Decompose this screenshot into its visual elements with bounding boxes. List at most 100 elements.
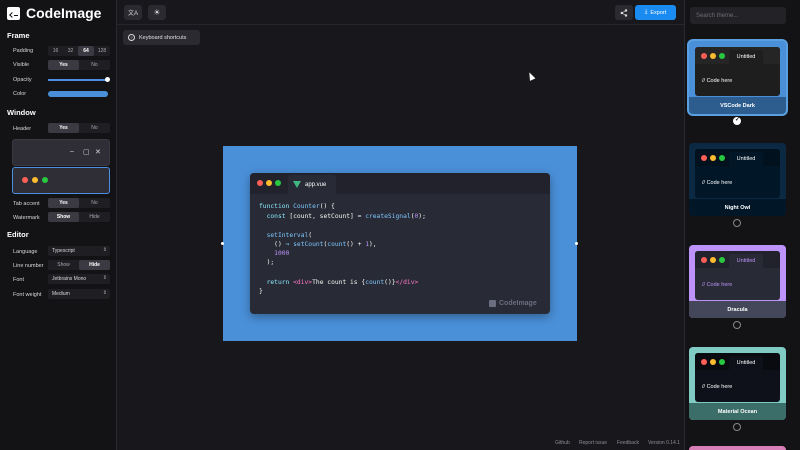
footer-link-feedback[interactable]: Feedback: [617, 440, 639, 446]
font-select[interactable]: Jetbrains Mono ⇕: [48, 274, 110, 284]
export-button[interactable]: ⤓ Export: [635, 5, 676, 20]
theme-maximize-dot-icon: [719, 359, 725, 365]
theme-close-dot-icon: [701, 53, 707, 59]
theme-maximize-dot-icon: [719, 257, 725, 263]
share-button[interactable]: [615, 5, 633, 20]
editor-tab[interactable]: app.vue: [288, 175, 336, 194]
code-line: }: [259, 288, 263, 295]
theme-radio-selected[interactable]: [733, 116, 741, 125]
language-label: Language: [13, 249, 38, 255]
theme-preview-header: Untitled: [695, 353, 780, 370]
app-name: CodeImage: [26, 5, 102, 21]
tab-accent-label: Tab accent: [13, 201, 40, 207]
theme-preview-header: Untitled: [695, 251, 780, 268]
vue-file-icon: [293, 181, 301, 188]
codeimage-logo-icon: [7, 6, 20, 20]
line-number-hide-option[interactable]: Hide: [79, 260, 110, 270]
topbar-divider: [117, 24, 684, 25]
theme-minimize-dot-icon: [710, 257, 716, 263]
padding-option-32[interactable]: 32: [63, 46, 78, 56]
theme-minimize-dot-icon: [710, 53, 716, 59]
code-line: );: [259, 259, 275, 266]
theme-preview: Untitled // Code here: [695, 251, 780, 300]
tab-accent-yes-option[interactable]: Yes: [48, 198, 79, 208]
padding-option-128[interactable]: 128: [94, 46, 110, 56]
line-number-show-option[interactable]: Show: [48, 260, 79, 270]
tab-accent-toggle: Yes No: [48, 198, 110, 208]
code-line: setInterval(: [266, 232, 313, 239]
chevron-updown-icon: ⇕: [102, 247, 107, 253]
code-line: function Counter() {: [259, 203, 335, 210]
editor-watermark: CodeImage: [489, 300, 537, 307]
theme-code-sample: // Code here: [702, 384, 733, 390]
mac-close-dot-icon: [22, 177, 28, 183]
watermark-label: Watermark: [13, 215, 40, 221]
theme-card-next-partial[interactable]: [689, 446, 786, 450]
window-header-style-mac[interactable]: [12, 167, 110, 194]
header-no-option[interactable]: No: [79, 123, 110, 133]
theme-close-dot-icon: [701, 359, 707, 365]
theme-code-sample: // Code here: [702, 180, 733, 186]
font-weight-select[interactable]: Medium ⇕: [48, 289, 110, 299]
theme-minimize-dot-icon: [710, 155, 716, 161]
padding-option-16[interactable]: 16: [48, 46, 63, 56]
opacity-slider-handle[interactable]: [105, 77, 110, 82]
theme-name: Material Ocean: [689, 403, 786, 420]
theme-radio[interactable]: [733, 219, 741, 227]
editor-window-header: app.vue: [250, 173, 550, 194]
chevron-updown-icon: ⇕: [102, 275, 107, 281]
theme-card-night-owl[interactable]: Untitled // Code here Night Owl: [689, 143, 786, 216]
window-header-style-windows[interactable]: – ▢ ✕: [12, 139, 110, 166]
theme-radio[interactable]: [733, 423, 741, 431]
visible-yes-option[interactable]: Yes: [48, 60, 79, 70]
visible-no-option[interactable]: No: [79, 60, 110, 70]
theme-close-dot-icon: [701, 257, 707, 263]
theme-search-input[interactable]: Search theme...: [690, 7, 786, 24]
theme-tab-label: Untitled: [729, 254, 763, 268]
download-icon: ⤓: [644, 9, 648, 15]
frame-color-picker[interactable]: [48, 91, 108, 97]
theme-mode-button[interactable]: ☀: [148, 5, 166, 20]
theme-code-sample: // Code here: [702, 282, 733, 288]
watermark-text: CodeImage: [499, 300, 537, 307]
header-yes-option[interactable]: Yes: [48, 123, 79, 133]
language-select[interactable]: Typescript ⇕: [48, 246, 110, 256]
theme-preview-header: Untitled: [695, 149, 780, 166]
theme-code-sample: // Code here: [702, 78, 733, 84]
theme-tab-label: Untitled: [729, 356, 763, 370]
theme-card-dracula[interactable]: Untitled // Code here Dracula: [689, 245, 786, 318]
editor-tab-name: app.vue: [305, 181, 327, 188]
resize-handle-right[interactable]: [575, 242, 578, 245]
minimize-icon: –: [70, 148, 74, 155]
share-icon: [620, 8, 628, 17]
window-minimize-dot-icon: [266, 180, 272, 186]
maximize-icon: ▢: [83, 149, 90, 156]
language-switch-button[interactable]: 文A: [124, 5, 142, 20]
language-value: Typescript: [52, 248, 75, 254]
theme-name: VSCode Dark: [689, 97, 786, 114]
mouse-cursor-icon: [526, 71, 536, 81]
chevron-updown-icon: ⇕: [102, 290, 107, 296]
keyboard-shortcuts-button[interactable]: ? Keyboard shortcuts: [123, 30, 200, 45]
watermark-hide-option[interactable]: Hide: [79, 212, 110, 222]
footer-link-github[interactable]: Github: [555, 440, 570, 446]
opacity-slider-track[interactable]: [48, 79, 108, 81]
padding-option-64[interactable]: 64: [78, 46, 94, 56]
code-line: return <div>The count is {count()}</div>: [266, 279, 419, 286]
theme-card-vscode-dark[interactable]: Untitled // Code here VSCode Dark: [689, 41, 786, 114]
theme-card-material-ocean[interactable]: Untitled // Code here Material Ocean: [689, 347, 786, 420]
left-sidebar: CodeImage Frame Padding 16 32 64 128 Vis…: [0, 0, 117, 450]
codeimage-watermark-icon: [489, 300, 496, 307]
footer-link-report-issue[interactable]: Report issue: [579, 440, 607, 446]
resize-handle-left[interactable]: [221, 242, 224, 245]
app-logo: CodeImage: [7, 5, 101, 21]
watermark-show-option[interactable]: Show: [48, 212, 79, 222]
section-title-frame: Frame: [7, 31, 30, 40]
theme-radio[interactable]: [733, 321, 741, 329]
font-label: Font: [13, 277, 25, 283]
sun-icon: ☀: [153, 8, 161, 17]
header-label: Header: [13, 126, 32, 132]
tab-accent-no-option[interactable]: No: [79, 198, 110, 208]
section-title-editor: Editor: [7, 230, 29, 239]
font-weight-value: Medium: [52, 291, 70, 297]
